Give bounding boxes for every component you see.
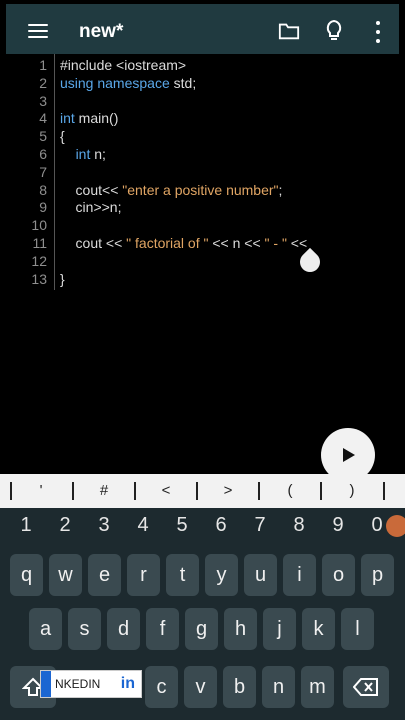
code-line[interactable]: 12 (6, 252, 399, 270)
letter-key[interactable]: r (127, 554, 160, 596)
lightbulb-icon[interactable] (324, 19, 344, 43)
code-text: cout<< "enter a positive number"; (60, 181, 283, 198)
code-text: int main() (60, 110, 119, 127)
more-options-icon[interactable] (374, 21, 382, 43)
symbol-separator (72, 482, 74, 500)
symbol-separator (320, 482, 322, 500)
code-line[interactable]: 7 (6, 163, 399, 181)
hamburger-menu-icon[interactable] (28, 24, 48, 38)
letter-key[interactable]: i (283, 554, 316, 596)
line-number: 7 (39, 163, 47, 180)
letter-key[interactable]: q (10, 554, 43, 596)
number-row: 1234567890 (0, 510, 405, 546)
line-number: 13 (31, 270, 47, 287)
line-number: 3 (39, 92, 47, 109)
code-line[interactable]: 4 int main() (6, 109, 399, 127)
symbol-separator (134, 482, 136, 500)
letter-key[interactable]: v (184, 666, 217, 708)
code-text: { (60, 128, 65, 145)
linkedin-logo: in (120, 675, 135, 692)
letter-key[interactable]: p (361, 554, 394, 596)
code-text: int n; (75, 146, 106, 162)
line-number: 9 (39, 199, 47, 216)
code-text: } (60, 270, 65, 287)
line-number: 1 (39, 57, 47, 73)
app-bar: new* (6, 4, 399, 54)
letter-key[interactable]: j (263, 608, 296, 650)
line-number: 10 (31, 217, 47, 234)
orange-badge (386, 515, 405, 537)
number-key[interactable]: 5 (164, 514, 200, 537)
symbol-separator (196, 482, 198, 500)
code-line[interactable]: 11 cout << " factorial of " << n << " - … (6, 234, 399, 252)
letter-key[interactable]: b (223, 666, 256, 708)
line-number: 5 (39, 128, 47, 145)
letter-key[interactable]: w (49, 554, 82, 596)
letter-key[interactable]: k (302, 608, 335, 650)
backspace-icon (352, 678, 378, 696)
number-key[interactable]: 1 (8, 514, 44, 537)
letter-key[interactable]: a (29, 608, 62, 650)
code-text: using namespace std; (60, 74, 197, 91)
letter-key[interactable]: e (88, 554, 121, 596)
code-line[interactable]: 3 (6, 92, 399, 110)
play-icon (343, 448, 355, 462)
code-line[interactable]: 2 using namespace std; (6, 74, 399, 92)
code-text: #include <iostream> (60, 57, 187, 73)
letter-key[interactable]: n (262, 666, 295, 708)
letter-key[interactable]: l (341, 608, 374, 650)
code-line[interactable]: 10 (6, 216, 399, 234)
code-line[interactable]: 5{ (6, 127, 399, 145)
folder-icon[interactable] (278, 21, 300, 41)
symbol-key[interactable]: < (140, 474, 192, 508)
code-text: cout << " factorial of " << n << " - " <… (60, 235, 308, 251)
linkedin-text: NKEDIN (55, 677, 101, 691)
letter-key[interactable]: d (107, 608, 140, 650)
on-screen-keyboard: ' # < > () 1234567890 qwertyuiop asdfghjkl cvb… (0, 474, 405, 720)
letter-key[interactable]: h (224, 608, 257, 650)
code-line[interactable]: 6 int n; (6, 145, 399, 163)
code-editor[interactable]: 1 #include <iostream> 2 using namespace std… (6, 54, 399, 290)
symbol-toolbar: ' # < > () (0, 474, 405, 508)
number-key[interactable]: 3 (86, 514, 122, 537)
letter-key[interactable]: m (301, 666, 334, 708)
number-key[interactable]: 9 (320, 514, 356, 537)
letter-key[interactable]: t (166, 554, 199, 596)
code-line[interactable]: 13} (6, 270, 399, 288)
symbol-key[interactable]: ' (15, 474, 67, 508)
letter-key[interactable]: c (145, 666, 178, 708)
code-line[interactable]: 9 cin>>n; (6, 198, 399, 216)
symbol-key[interactable]: ( (264, 474, 316, 508)
letter-key[interactable]: u (244, 554, 277, 596)
line-number: 2 (39, 74, 47, 91)
number-key[interactable]: 4 (125, 514, 161, 537)
linkedin-accent (41, 671, 51, 697)
line-number: 4 (39, 110, 47, 127)
letter-key[interactable]: f (146, 608, 179, 650)
number-key[interactable]: 7 (242, 514, 278, 537)
linkedin-overlay: NKEDIN in (40, 670, 142, 698)
line-number: 11 (32, 235, 47, 251)
line-number: 8 (39, 181, 47, 198)
line-number: 6 (39, 146, 47, 162)
letter-key[interactable]: g (185, 608, 218, 650)
code-text: cin>>n; (60, 199, 122, 216)
letter-key[interactable]: s (68, 608, 101, 650)
file-title: new* (79, 21, 124, 42)
symbol-separator (383, 482, 385, 500)
number-key[interactable]: 8 (281, 514, 317, 537)
symbol-separator (258, 482, 260, 500)
symbol-separator (10, 482, 12, 500)
code-line[interactable]: 8 cout<< "enter a positive number"; (6, 181, 399, 199)
line-number: 12 (31, 252, 47, 269)
backspace-key[interactable] (343, 666, 389, 708)
symbol-key[interactable]: > (202, 474, 254, 508)
symbol-key[interactable]: ) (326, 474, 378, 508)
number-key[interactable]: 6 (203, 514, 239, 537)
number-key[interactable]: 2 (47, 514, 83, 537)
letter-key[interactable]: o (322, 554, 355, 596)
code-line[interactable]: 1 #include <iostream> (6, 56, 399, 74)
symbol-key[interactable]: # (78, 474, 130, 508)
letter-key[interactable]: y (205, 554, 238, 596)
